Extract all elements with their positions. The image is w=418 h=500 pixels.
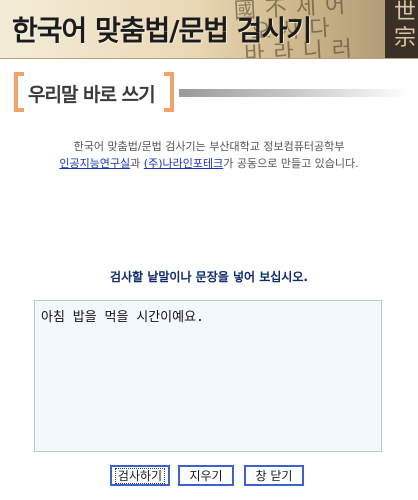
intro-line-2: 인공지능연구실과 (주)나라인포테크가 공동으로 만들고 있습니다. <box>0 155 418 172</box>
intro-connector: 과 <box>130 157 144 170</box>
narainfotech-link[interactable]: (주)나라인포테크 <box>144 157 223 170</box>
ai-lab-link[interactable]: 인공지능연구실 <box>59 157 130 170</box>
text-input-area[interactable]: 아침 밥을 먹을 시간이예요. <box>34 300 382 452</box>
section-heading: 우리말 바로 쓰기 <box>14 72 409 114</box>
input-prompt: 검사할 낱말이나 문장을 넣어 보십시오. <box>110 270 308 284</box>
header-banner: 國 不 세 어 오 사 다 바 라 니 러 世 宗 한국어 맞춤법/문법 검사기 <box>0 0 418 59</box>
intro-text: 한국어 맞춤법/문법 검사기는 부산대학교 정보컴퓨터공학부 인공지능연구실과 … <box>0 138 418 172</box>
section-divider <box>179 89 409 97</box>
section-title: 우리말 바로 쓰기 <box>28 84 156 106</box>
page-title: 한국어 맞춤법/문법 검사기 <box>12 14 312 47</box>
clear-button[interactable]: 지우기 <box>178 465 234 486</box>
bracket-left-icon <box>14 72 24 112</box>
check-button-label: 검사하기 <box>114 468 166 484</box>
banner-side-image: 世 宗 <box>385 0 418 58</box>
check-button[interactable]: 검사하기 <box>110 465 170 486</box>
close-window-button[interactable]: 창 닫기 <box>244 465 304 486</box>
intro-line-1: 한국어 맞춤법/문법 검사기는 부산대학교 정보컴퓨터공학부 <box>73 140 345 153</box>
intro-tail: 가 공동으로 만들고 있습니다. <box>223 157 359 170</box>
bracket-right-icon <box>164 72 174 112</box>
